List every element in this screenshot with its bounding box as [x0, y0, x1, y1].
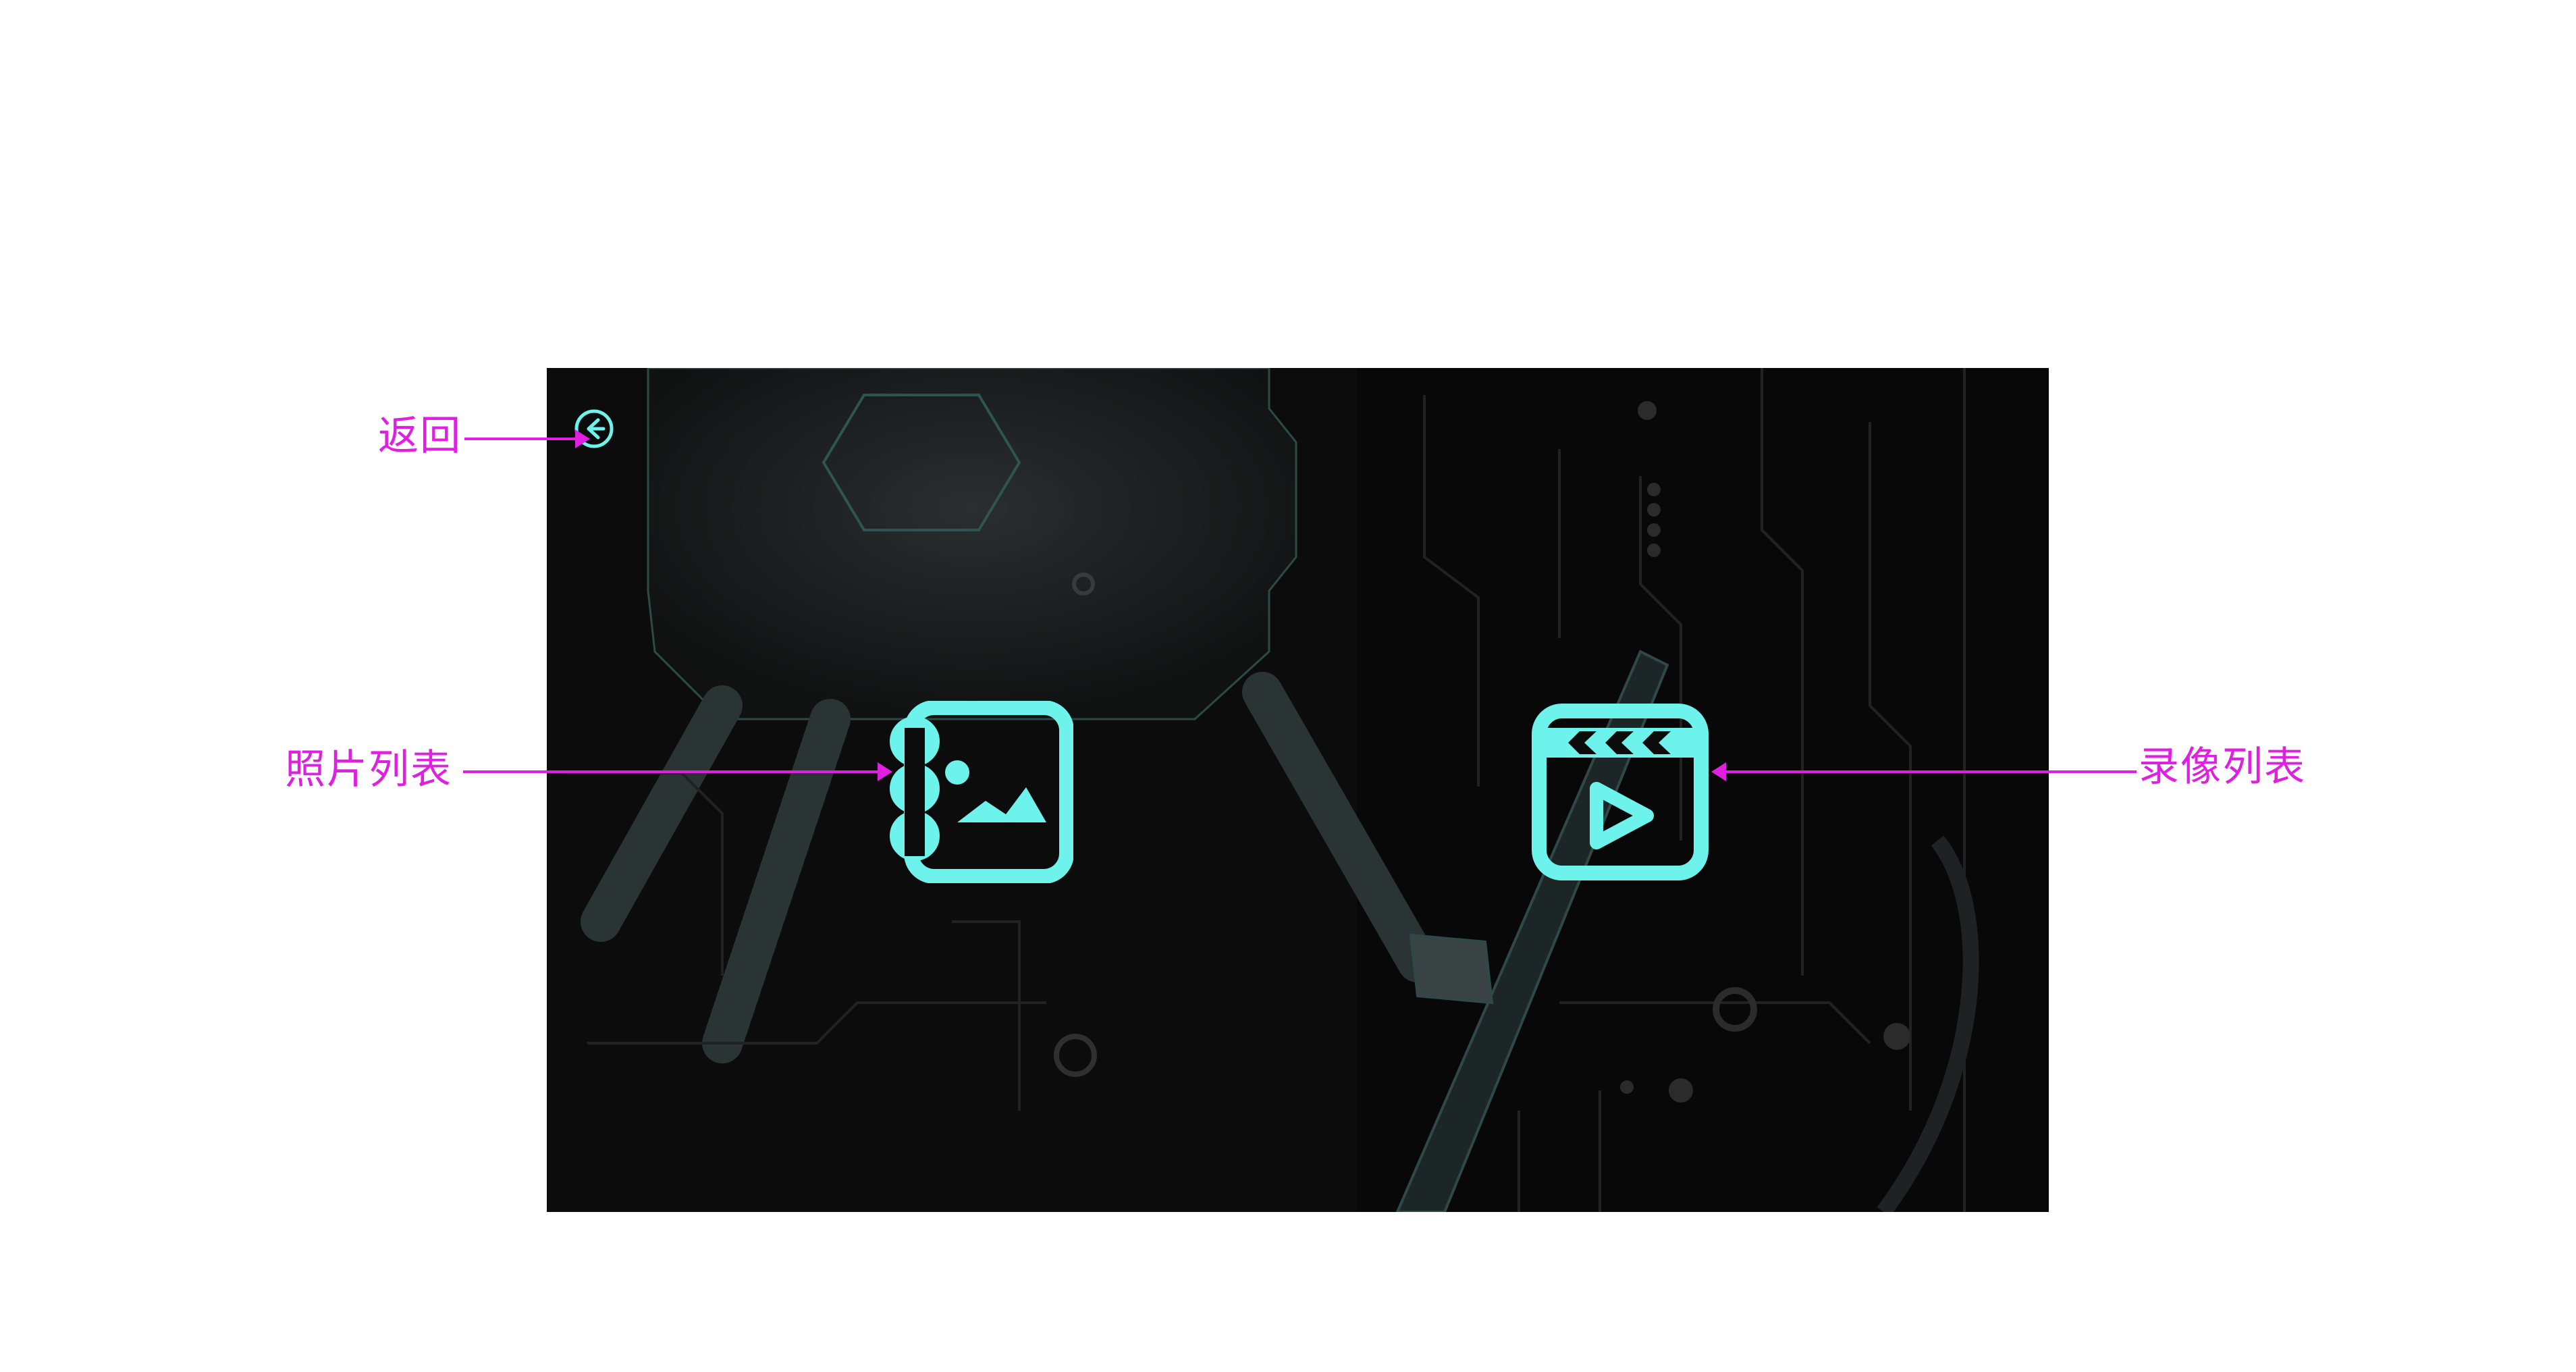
annotation-photo-label: 照片列表: [285, 746, 452, 793]
app-screen: [547, 368, 2049, 1212]
annotation-video-line: [1725, 770, 2137, 773]
annotation-back-arrow: [575, 429, 590, 448]
video-clapper-play-icon: [1532, 704, 1709, 880]
annotation-video-label: 录像列表: [2139, 743, 2306, 791]
circuit-drone-background: [547, 368, 2049, 1212]
photo-album-icon: [890, 700, 1074, 884]
annotation-video-arrow: [1711, 762, 1726, 781]
annotation-photo-line: [463, 770, 882, 773]
video-list-button[interactable]: [1529, 701, 1711, 883]
annotation-back-line: [464, 438, 578, 440]
annotation-photo-arrow: [878, 762, 892, 781]
photo-list-button[interactable]: [884, 700, 1074, 884]
annotation-back-label: 返回: [378, 413, 462, 460]
